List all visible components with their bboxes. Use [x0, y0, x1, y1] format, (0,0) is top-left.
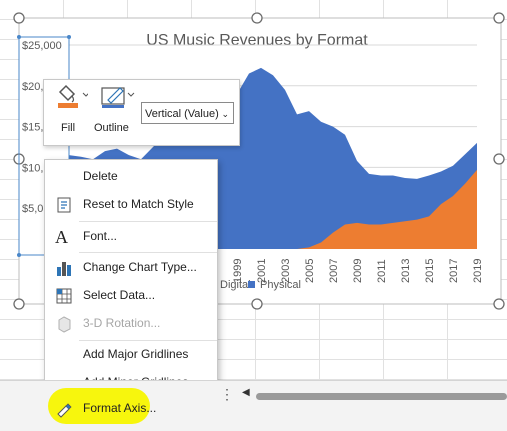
reset-style-icon: [57, 197, 71, 213]
fill-button[interactable]: Fill: [50, 84, 88, 140]
cube-icon: [58, 316, 71, 333]
x-tick-label: 2007: [328, 259, 340, 283]
font-icon: A: [55, 227, 68, 247]
y-tick-label: $5,0: [22, 203, 43, 215]
resize-handle-bottom-right: [493, 298, 505, 310]
menu-item-label: Add Major Gridlines: [83, 347, 189, 361]
menu-item-font[interactable]: A Font...: [45, 224, 217, 250]
menu-item-format-axis[interactable]: Format Axis...: [45, 396, 217, 422]
legend-label: Physical: [260, 279, 301, 291]
menu-item-label: 3-D Rotation...: [83, 316, 161, 330]
scroll-left-icon[interactable]: ◀: [242, 387, 250, 398]
horizontal-scrollbar[interactable]: [256, 393, 507, 400]
legend-item[interactable]: Digital: [220, 279, 251, 291]
menu-item-change-chart-type[interactable]: Change Chart Type...: [45, 255, 217, 281]
resize-handle-top: [251, 12, 263, 24]
fill-label: Fill: [61, 122, 76, 134]
mini-toolbar: Fill Outline Vertical (Value) ⌄: [43, 79, 240, 146]
resize-handle-bottom-left: [13, 298, 25, 310]
menu-item-label: Font...: [83, 229, 118, 243]
y-tick-label: $10,: [22, 162, 43, 174]
menu-item-reset-to-match-style[interactable]: Reset to Match Style: [45, 192, 217, 218]
resize-handle-bottom: [251, 298, 263, 310]
chart-title[interactable]: US Music Revenues by Format: [146, 32, 368, 49]
chevron-down-icon: ⌄: [221, 109, 229, 119]
resize-handle-right: [493, 153, 505, 165]
menu-item-label: Reset to Match Style: [83, 197, 194, 211]
chart-type-icon: [57, 262, 71, 276]
y-tick-label: $15,: [22, 122, 43, 134]
x-tick-label: 2013: [400, 259, 412, 283]
outline-button[interactable]: Outline: [92, 84, 136, 140]
chart-element-dropdown-value: Vertical (Value): [145, 108, 219, 120]
menu-separator: [79, 340, 217, 341]
y-tick-label: $25,000: [22, 40, 62, 52]
menu-item-add-major-gridlines[interactable]: Add Major Gridlines: [45, 342, 217, 368]
menu-separator: [79, 252, 217, 253]
menu-item-label: Format Axis...: [83, 401, 157, 415]
y-tick-label: $20,: [22, 81, 43, 93]
format-axis-icon: [57, 403, 72, 418]
menu-item-select-data[interactable]: Select Data...: [45, 283, 217, 309]
more-options-icon[interactable]: ⋮: [220, 386, 234, 403]
resize-handle-top-right: [493, 12, 505, 24]
menu-separator: [79, 221, 217, 222]
outline-label: Outline: [94, 122, 129, 134]
menu-item-delete[interactable]: Delete: [45, 164, 217, 190]
x-tick-label: 2011: [376, 259, 388, 283]
select-data-icon: [56, 288, 72, 304]
paint-bucket-icon: [58, 84, 88, 108]
pen-outline-icon: [101, 87, 135, 108]
resize-handle-top-left: [13, 12, 25, 24]
menu-item-label: Select Data...: [83, 288, 156, 302]
menu-item-label: Change Chart Type...: [83, 260, 197, 274]
menu-item-3d-rotation: 3-D Rotation...: [45, 311, 217, 337]
x-tick-label: 2009: [352, 259, 364, 283]
x-tick-label: 2005: [304, 259, 316, 283]
menu-item-label: Delete: [83, 169, 118, 183]
chart-element-dropdown[interactable]: Vertical (Value) ⌄: [141, 102, 234, 124]
x-tick-label: 2017: [448, 259, 460, 283]
legend-swatch: [248, 281, 255, 288]
x-tick-label: 2019: [472, 259, 484, 283]
legend-label: Digital: [220, 279, 251, 291]
legend[interactable]: Digital Physical: [220, 279, 301, 291]
x-tick-label: 2015: [424, 259, 436, 283]
